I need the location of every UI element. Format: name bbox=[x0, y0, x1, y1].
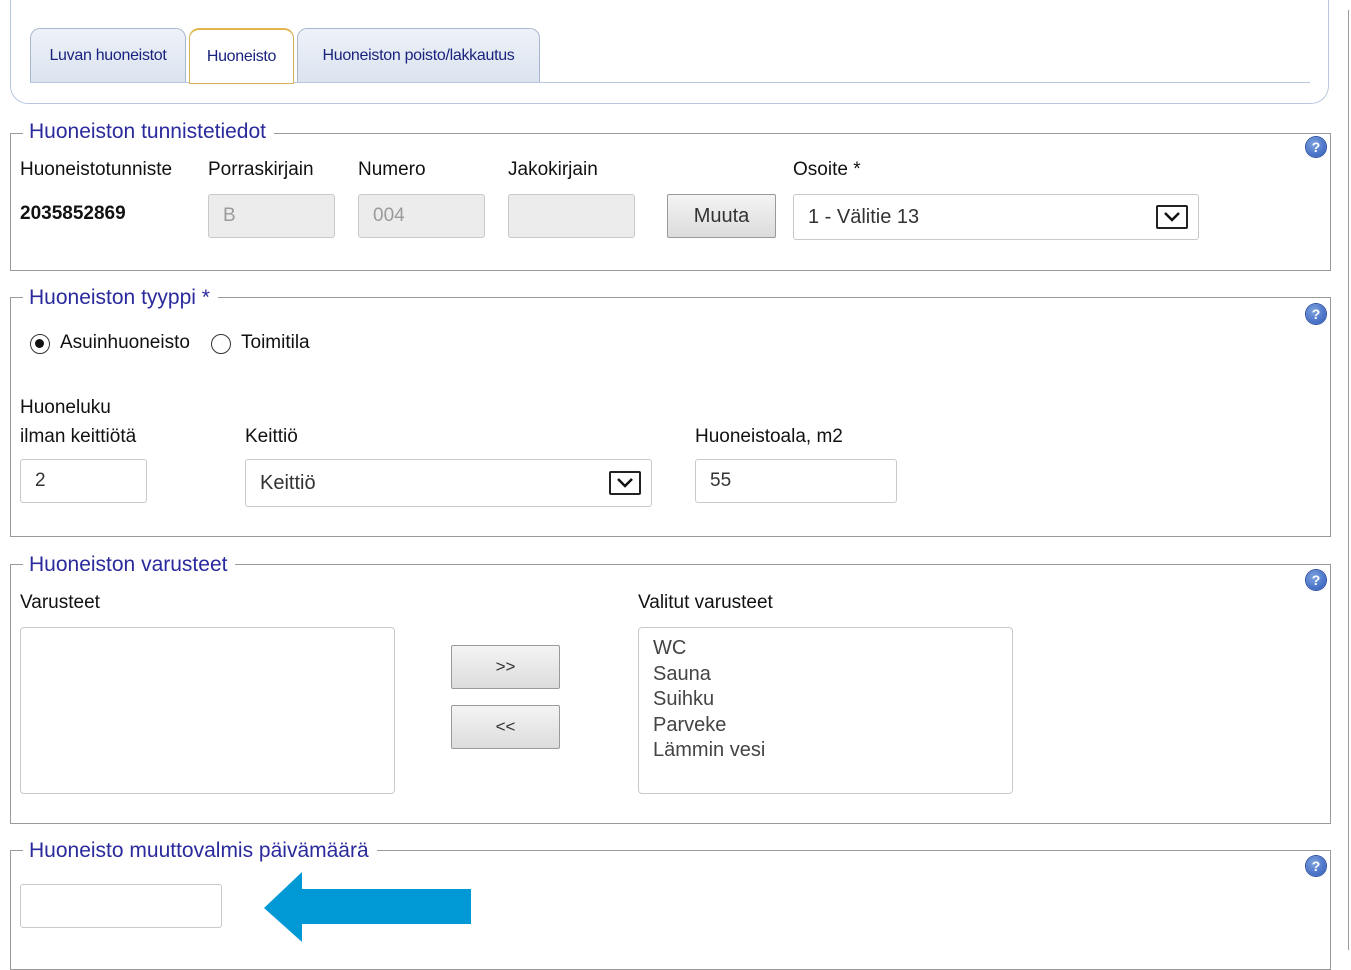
ready-date-legend: Huoneisto muuttovalmis päivämäärä bbox=[23, 839, 377, 863]
help-icon[interactable]: ? bbox=[1306, 137, 1326, 157]
selected-equipment-list[interactable]: WC Sauna Suihku Parveke Lämmin vesi bbox=[638, 627, 1013, 794]
type-legend: Huoneiston tyyppi * bbox=[23, 286, 218, 310]
change-button[interactable]: Muuta bbox=[667, 194, 776, 238]
rooms-input[interactable]: 2 bbox=[20, 459, 147, 503]
address-select[interactable]: 1 - Välitie 13 bbox=[793, 194, 1199, 240]
address-selected-value: 1 - Välitie 13 bbox=[808, 205, 920, 228]
stair-letter-input[interactable]: B bbox=[208, 194, 335, 238]
division-letter-input[interactable] bbox=[508, 194, 635, 238]
rooms-label-line2: ilman keittiötä bbox=[20, 426, 137, 447]
help-icon[interactable]: ? bbox=[1306, 304, 1326, 324]
apartment-id-label: Huoneistotunniste bbox=[20, 159, 173, 180]
page-right-border bbox=[1348, 10, 1349, 950]
kitchen-selected-value: Keittiö bbox=[260, 471, 316, 494]
equipment-legend: Huoneiston varusteet bbox=[23, 553, 236, 577]
list-item[interactable]: WC bbox=[653, 636, 1012, 662]
add-equipment-button[interactable]: >> bbox=[451, 645, 560, 689]
chevron-down-icon[interactable] bbox=[609, 471, 641, 495]
list-item[interactable]: Lämmin vesi bbox=[653, 738, 1012, 764]
identification-legend: Huoneiston tunnistetiedot bbox=[23, 120, 274, 144]
apartment-id-value: 2035852869 bbox=[20, 203, 126, 224]
tab-luvan-huoneistot[interactable]: Luvan huoneistot bbox=[30, 28, 186, 82]
list-item[interactable]: Sauna bbox=[653, 662, 1012, 688]
rooms-label-line1: Huoneluku bbox=[20, 397, 111, 418]
number-input[interactable]: 004 bbox=[358, 194, 485, 238]
ready-date-input[interactable] bbox=[20, 884, 222, 928]
tab-label: Huoneiston poisto/lakkautus bbox=[322, 46, 515, 64]
chevron-down-icon[interactable] bbox=[1156, 205, 1188, 229]
tab-label: Huoneisto bbox=[206, 47, 277, 65]
list-item[interactable]: Suihku bbox=[653, 687, 1012, 713]
tab-label: Luvan huoneistot bbox=[49, 46, 167, 64]
radio-asuinhuoneisto[interactable] bbox=[30, 334, 50, 354]
division-letter-label: Jakokirjain bbox=[508, 159, 598, 180]
radio-toimitila[interactable] bbox=[211, 334, 231, 354]
kitchen-select[interactable]: Keittiö bbox=[245, 459, 652, 507]
kitchen-label: Keittiö bbox=[245, 426, 298, 447]
arrow-left-icon bbox=[264, 872, 471, 942]
available-equipment-list[interactable] bbox=[20, 627, 395, 794]
stair-letter-label: Porraskirjain bbox=[208, 159, 314, 180]
tab-huoneiston-poisto[interactable]: Huoneiston poisto/lakkautus bbox=[297, 28, 540, 82]
required-mark: * bbox=[201, 286, 210, 309]
type-section bbox=[10, 297, 1331, 537]
area-input[interactable]: 55 bbox=[695, 459, 897, 503]
radio-asuinhuoneisto-label[interactable]: Asuinhuoneisto bbox=[60, 332, 190, 354]
available-equipment-label: Varusteet bbox=[20, 592, 100, 613]
list-item[interactable]: Parveke bbox=[653, 713, 1012, 739]
remove-equipment-button[interactable]: << bbox=[451, 705, 560, 749]
help-icon[interactable]: ? bbox=[1306, 570, 1326, 590]
number-label: Numero bbox=[358, 159, 426, 180]
area-label: Huoneistoala, m2 bbox=[695, 426, 843, 447]
help-icon[interactable]: ? bbox=[1306, 856, 1326, 876]
address-label: Osoite * bbox=[793, 159, 861, 180]
radio-toimitila-label[interactable]: Toimitila bbox=[241, 332, 310, 354]
tab-huoneisto[interactable]: Huoneisto bbox=[189, 28, 294, 84]
selected-equipment-label: Valitut varusteet bbox=[638, 592, 773, 613]
